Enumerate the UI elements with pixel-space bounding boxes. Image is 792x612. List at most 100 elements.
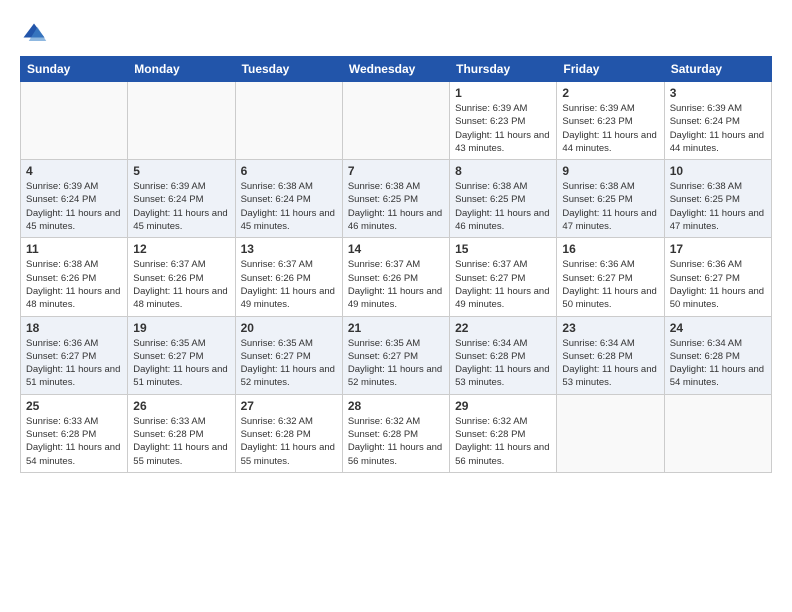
day-number: 9 <box>562 164 658 178</box>
calendar-cell: 6 Sunrise: 6:38 AM Sunset: 6:24 PM Daylig… <box>235 160 342 238</box>
logo-icon <box>20 20 48 48</box>
day-number: 18 <box>26 321 122 335</box>
day-header-saturday: Saturday <box>664 57 771 82</box>
day-info: Sunrise: 6:39 AM Sunset: 6:23 PM Dayligh… <box>562 102 658 155</box>
calendar-cell: 23 Sunrise: 6:34 AM Sunset: 6:28 PM Dayli… <box>557 316 664 394</box>
day-info: Sunrise: 6:38 AM Sunset: 6:25 PM Dayligh… <box>562 180 658 233</box>
calendar-table: SundayMondayTuesdayWednesdayThursdayFrid… <box>20 56 772 473</box>
day-number: 17 <box>670 242 766 256</box>
calendar-cell: 2 Sunrise: 6:39 AM Sunset: 6:23 PM Daylig… <box>557 82 664 160</box>
day-info: Sunrise: 6:39 AM Sunset: 6:23 PM Dayligh… <box>455 102 551 155</box>
day-number: 20 <box>241 321 337 335</box>
day-info: Sunrise: 6:32 AM Sunset: 6:28 PM Dayligh… <box>348 415 444 468</box>
day-info: Sunrise: 6:39 AM Sunset: 6:24 PM Dayligh… <box>133 180 229 233</box>
day-info: Sunrise: 6:32 AM Sunset: 6:28 PM Dayligh… <box>241 415 337 468</box>
day-number: 14 <box>348 242 444 256</box>
calendar-cell: 14Sunrise: 6:37 AM Sunset: 6:26 PM Dayli… <box>342 238 449 316</box>
calendar-cell: 10Sunrise: 6:38 AM Sunset: 6:25 PM Dayli… <box>664 160 771 238</box>
day-number: 23 <box>562 321 658 335</box>
calendar-cell: 3Sunrise: 6:39 AM Sunset: 6:24 PM Daylig… <box>664 82 771 160</box>
day-info: Sunrise: 6:34 AM Sunset: 6:28 PM Dayligh… <box>562 337 658 390</box>
calendar-cell <box>557 394 664 472</box>
day-info: Sunrise: 6:36 AM Sunset: 6:27 PM Dayligh… <box>562 258 658 311</box>
calendar-cell: 12Sunrise: 6:37 AM Sunset: 6:26 PM Dayli… <box>128 238 235 316</box>
day-number: 24 <box>670 321 766 335</box>
calendar-cell: 16 Sunrise: 6:36 AM Sunset: 6:27 PM Dayli… <box>557 238 664 316</box>
day-info: Sunrise: 6:38 AM Sunset: 6:24 PM Dayligh… <box>241 180 337 233</box>
day-number: 21 <box>348 321 444 335</box>
calendar-cell: 8 Sunrise: 6:38 AM Sunset: 6:25 PM Daylig… <box>450 160 557 238</box>
day-info: Sunrise: 6:37 AM Sunset: 6:27 PM Dayligh… <box>455 258 551 311</box>
day-header-monday: Monday <box>128 57 235 82</box>
day-info: Sunrise: 6:33 AM Sunset: 6:28 PM Dayligh… <box>26 415 122 468</box>
day-header-tuesday: Tuesday <box>235 57 342 82</box>
day-header-friday: Friday <box>557 57 664 82</box>
day-info: Sunrise: 6:35 AM Sunset: 6:27 PM Dayligh… <box>348 337 444 390</box>
day-header-thursday: Thursday <box>450 57 557 82</box>
day-header-sunday: Sunday <box>21 57 128 82</box>
logo <box>20 20 52 48</box>
calendar-cell: 29 Sunrise: 6:32 AM Sunset: 6:28 PM Dayli… <box>450 394 557 472</box>
day-info: Sunrise: 6:34 AM Sunset: 6:28 PM Dayligh… <box>455 337 551 390</box>
day-info: Sunrise: 6:39 AM Sunset: 6:24 PM Dayligh… <box>670 102 766 155</box>
day-number: 16 <box>562 242 658 256</box>
day-number: 25 <box>26 399 122 413</box>
day-number: 15 <box>455 242 551 256</box>
calendar-cell: 28 Sunrise: 6:32 AM Sunset: 6:28 PM Dayli… <box>342 394 449 472</box>
day-info: Sunrise: 6:33 AM Sunset: 6:28 PM Dayligh… <box>133 415 229 468</box>
day-info: Sunrise: 6:37 AM Sunset: 6:26 PM Dayligh… <box>133 258 229 311</box>
calendar-cell: 15 Sunrise: 6:37 AM Sunset: 6:27 PM Dayli… <box>450 238 557 316</box>
calendar-cell: 27 Sunrise: 6:32 AM Sunset: 6:28 PM Dayli… <box>235 394 342 472</box>
day-number: 2 <box>562 86 658 100</box>
calendar-cell <box>128 82 235 160</box>
day-number: 28 <box>348 399 444 413</box>
calendar-cell: 21 Sunrise: 6:35 AM Sunset: 6:27 PM Dayli… <box>342 316 449 394</box>
day-info: Sunrise: 6:38 AM Sunset: 6:26 PM Dayligh… <box>26 258 122 311</box>
day-info: Sunrise: 6:37 AM Sunset: 6:26 PM Dayligh… <box>241 258 337 311</box>
calendar-cell: 26 Sunrise: 6:33 AM Sunset: 6:28 PM Dayli… <box>128 394 235 472</box>
day-info: Sunrise: 6:34 AM Sunset: 6:28 PM Dayligh… <box>670 337 766 390</box>
calendar-cell <box>664 394 771 472</box>
day-number: 19 <box>133 321 229 335</box>
day-number: 11 <box>26 242 122 256</box>
calendar-cell: 18 Sunrise: 6:36 AM Sunset: 6:27 PM Dayli… <box>21 316 128 394</box>
calendar-cell: 4 Sunrise: 6:39 AM Sunset: 6:24 PM Daylig… <box>21 160 128 238</box>
day-number: 7 <box>348 164 444 178</box>
day-info: Sunrise: 6:36 AM Sunset: 6:27 PM Dayligh… <box>670 258 766 311</box>
calendar-cell <box>21 82 128 160</box>
calendar-cell: 9 Sunrise: 6:38 AM Sunset: 6:25 PM Daylig… <box>557 160 664 238</box>
calendar-week-row: 25 Sunrise: 6:33 AM Sunset: 6:28 PM Dayli… <box>21 394 772 472</box>
day-info: Sunrise: 6:38 AM Sunset: 6:25 PM Dayligh… <box>348 180 444 233</box>
day-number: 5 <box>133 164 229 178</box>
day-number: 22 <box>455 321 551 335</box>
calendar-cell: 7 Sunrise: 6:38 AM Sunset: 6:25 PM Daylig… <box>342 160 449 238</box>
day-number: 29 <box>455 399 551 413</box>
calendar-header-row: SundayMondayTuesdayWednesdayThursdayFrid… <box>21 57 772 82</box>
day-info: Sunrise: 6:32 AM Sunset: 6:28 PM Dayligh… <box>455 415 551 468</box>
calendar-cell: 22 Sunrise: 6:34 AM Sunset: 6:28 PM Dayli… <box>450 316 557 394</box>
day-number: 26 <box>133 399 229 413</box>
calendar-week-row: 11 Sunrise: 6:38 AM Sunset: 6:26 PM Dayli… <box>21 238 772 316</box>
day-info: Sunrise: 6:35 AM Sunset: 6:27 PM Dayligh… <box>133 337 229 390</box>
calendar-week-row: 1 Sunrise: 6:39 AM Sunset: 6:23 PM Daylig… <box>21 82 772 160</box>
day-info: Sunrise: 6:38 AM Sunset: 6:25 PM Dayligh… <box>455 180 551 233</box>
day-number: 27 <box>241 399 337 413</box>
day-number: 1 <box>455 86 551 100</box>
day-number: 10 <box>670 164 766 178</box>
calendar-cell: 1 Sunrise: 6:39 AM Sunset: 6:23 PM Daylig… <box>450 82 557 160</box>
day-number: 6 <box>241 164 337 178</box>
day-number: 13 <box>241 242 337 256</box>
calendar-cell: 24 Sunrise: 6:34 AM Sunset: 6:28 PM Dayli… <box>664 316 771 394</box>
calendar-week-row: 4 Sunrise: 6:39 AM Sunset: 6:24 PM Daylig… <box>21 160 772 238</box>
calendar-cell: 20 Sunrise: 6:35 AM Sunset: 6:27 PM Dayli… <box>235 316 342 394</box>
day-info: Sunrise: 6:36 AM Sunset: 6:27 PM Dayligh… <box>26 337 122 390</box>
calendar-cell: 19 Sunrise: 6:35 AM Sunset: 6:27 PM Dayli… <box>128 316 235 394</box>
calendar-cell: 13 Sunrise: 6:37 AM Sunset: 6:26 PM Dayli… <box>235 238 342 316</box>
calendar-cell <box>235 82 342 160</box>
day-number: 4 <box>26 164 122 178</box>
day-info: Sunrise: 6:35 AM Sunset: 6:27 PM Dayligh… <box>241 337 337 390</box>
day-info: Sunrise: 6:39 AM Sunset: 6:24 PM Dayligh… <box>26 180 122 233</box>
day-number: 8 <box>455 164 551 178</box>
page-header <box>20 20 772 48</box>
calendar-cell: 11 Sunrise: 6:38 AM Sunset: 6:26 PM Dayli… <box>21 238 128 316</box>
